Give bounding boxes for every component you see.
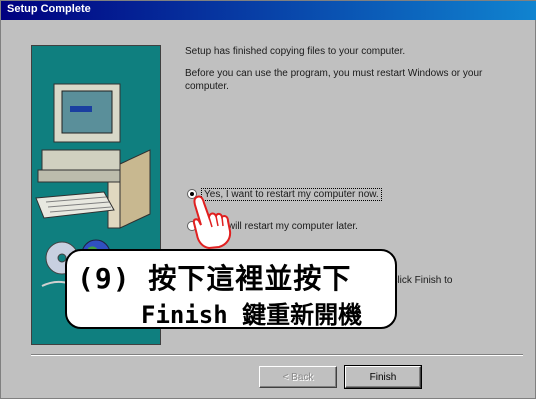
callout-step-text: (9) 按下這裡並按下 xyxy=(77,262,352,295)
finished-message: Setup has finished copying files to your… xyxy=(185,46,406,57)
callout-finish-text: Finish 鍵重新開機 xyxy=(141,301,363,329)
back-button[interactable]: < Back xyxy=(259,366,337,388)
button-divider xyxy=(31,354,523,356)
window-title: Setup Complete xyxy=(7,3,91,15)
pointing-hand-icon xyxy=(192,195,232,249)
instruction-callout: (9) 按下這裡並按下 Finish 鍵重新開機 xyxy=(65,249,397,329)
restart-message: Before you can use the program, you must… xyxy=(185,68,483,92)
title-bar[interactable]: Setup Complete xyxy=(1,1,536,20)
finish-button[interactable]: Finish xyxy=(344,365,422,389)
setup-complete-dialog: Setup Complete Setup has finished copyin… xyxy=(0,0,536,399)
